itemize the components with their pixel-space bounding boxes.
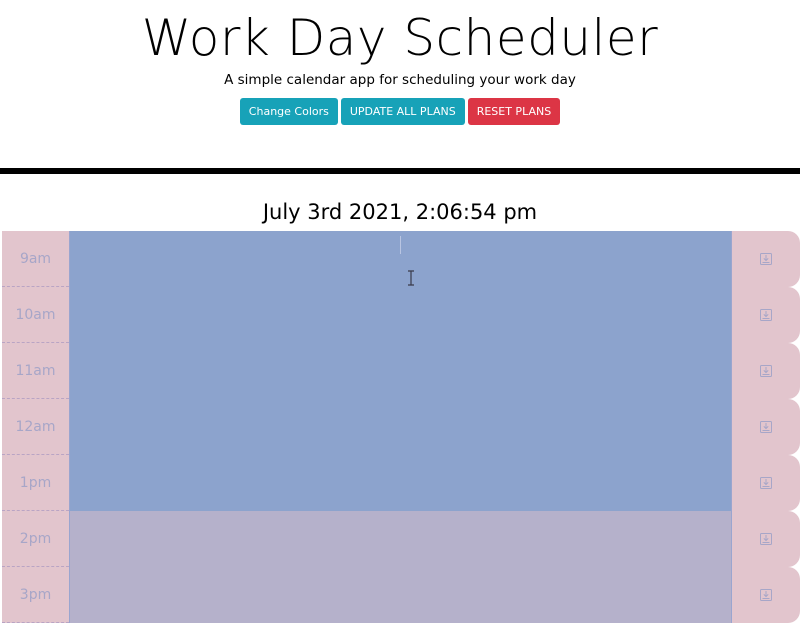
hour-label: 9am <box>2 231 69 287</box>
update-all-plans-button[interactable]: UPDATE ALL PLANS <box>340 98 465 125</box>
save-icon <box>760 421 772 433</box>
reset-plans-button[interactable]: RESET PLANS <box>467 98 561 125</box>
save-icon <box>760 589 772 601</box>
text-cursor-icon <box>406 270 416 290</box>
save-button[interactable] <box>732 567 800 623</box>
plan-textarea[interactable] <box>69 287 732 343</box>
page-subtitle: A simple calendar app for scheduling you… <box>224 72 576 88</box>
current-datetime: July 3rd 2021, 2:06:54 pm <box>262 200 538 224</box>
hour-label: 3pm <box>2 567 69 623</box>
time-block-row: 12am <box>2 399 800 455</box>
time-block-row: 2pm <box>2 511 800 567</box>
header: Work Day Scheduler A simple calendar app… <box>0 0 800 168</box>
plan-textarea[interactable] <box>69 567 732 623</box>
save-button[interactable] <box>732 231 800 287</box>
hour-label: 2pm <box>2 511 69 567</box>
plan-textarea[interactable] <box>69 455 732 511</box>
schedule-container: 9am 10am 11am 12am 1pm 2pm 3pm <box>2 231 800 623</box>
save-button[interactable] <box>732 399 800 455</box>
save-icon <box>760 477 772 489</box>
time-block-row: 10am <box>2 287 800 343</box>
save-icon <box>760 365 772 377</box>
page-title: Work Day Scheduler <box>141 9 659 67</box>
save-icon <box>760 533 772 545</box>
header-divider <box>0 168 800 174</box>
save-button[interactable] <box>732 511 800 567</box>
change-colors-button[interactable]: Change Colors <box>239 98 338 125</box>
save-icon <box>760 309 772 321</box>
plan-textarea[interactable] <box>69 399 732 455</box>
save-button[interactable] <box>732 287 800 343</box>
text-caret <box>400 236 401 254</box>
time-block-row: 9am <box>2 231 800 287</box>
hour-label: 1pm <box>2 455 69 511</box>
time-block-row: 11am <box>2 343 800 399</box>
hour-label: 11am <box>2 343 69 399</box>
hour-label: 10am <box>2 287 69 343</box>
plan-textarea[interactable] <box>69 511 732 567</box>
save-button[interactable] <box>732 455 800 511</box>
time-block-row: 3pm <box>2 567 800 623</box>
plan-textarea[interactable] <box>69 343 732 399</box>
time-block-row: 1pm <box>2 455 800 511</box>
save-icon <box>760 253 772 265</box>
save-button[interactable] <box>732 343 800 399</box>
hour-label: 12am <box>2 399 69 455</box>
header-button-row: Change Colors UPDATE ALL PLANS RESET PLA… <box>0 98 800 125</box>
